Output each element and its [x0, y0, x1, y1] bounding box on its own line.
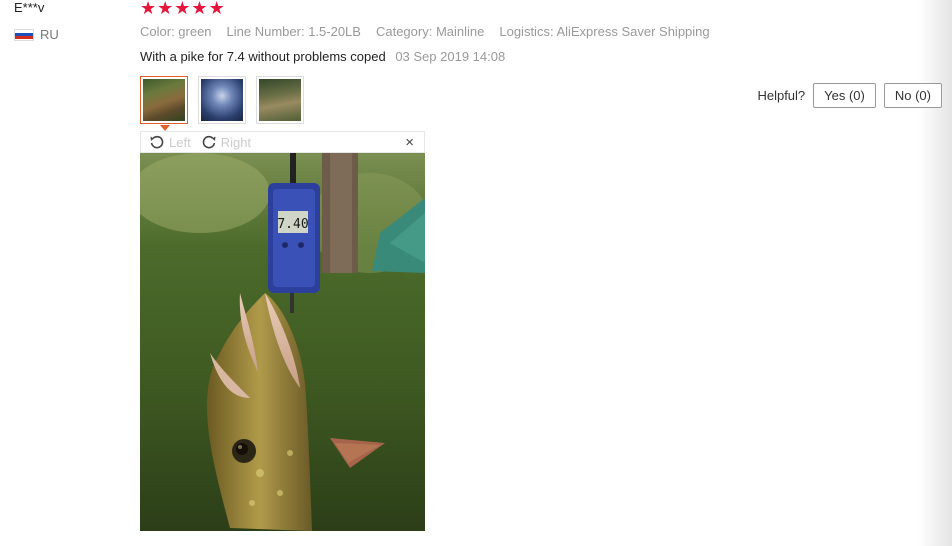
thumbnail-image	[201, 79, 243, 121]
review-photo: 7.40	[140, 153, 425, 531]
flag-icon	[14, 28, 34, 41]
page-edge-shadow	[918, 0, 952, 546]
attr-color: Color: green	[140, 24, 212, 39]
reviewer-name: E***v	[14, 0, 45, 15]
rotate-left-label: Left	[169, 134, 191, 150]
review-thumbnail-3[interactable]	[256, 76, 304, 124]
review-date: 03 Sep 2019 14:08	[395, 49, 506, 64]
reviewer-country: RU	[14, 27, 59, 42]
rotate-right-label: Right	[220, 134, 252, 150]
thumbnail-image	[259, 79, 301, 121]
image-viewer-toolbar: Left Right ×	[140, 131, 425, 153]
star-icon: ★	[157, 0, 174, 18]
attr-logistics: Logistics: AliExpress Saver Shipping	[499, 24, 710, 39]
rotate-right-button[interactable]: Right	[201, 134, 251, 150]
order-attributes: Color: green Line Number: 1.5-20LB Categ…	[140, 24, 710, 39]
rotate-left-button[interactable]: Left	[149, 134, 191, 150]
rotate-left-icon	[150, 135, 164, 149]
star-icon: ★	[140, 0, 157, 18]
helpful-yes-button[interactable]: Yes (0)	[813, 83, 876, 108]
review-feedback: With a pike for 7.4 without problems cop…	[140, 49, 505, 64]
review-thumbnail-2[interactable]	[198, 76, 246, 124]
attr-line-number: Line Number: 1.5-20LB	[226, 24, 361, 39]
review-thumbnail-1[interactable]	[140, 76, 188, 131]
rotate-right-icon	[202, 135, 216, 149]
country-code: RU	[40, 27, 59, 42]
review-thumbnails	[140, 76, 304, 131]
star-icon: ★	[208, 0, 225, 18]
helpful-voting: Helpful? Yes (0) No (0)	[757, 83, 942, 108]
star-icon: ★	[191, 0, 208, 18]
star-icon: ★	[174, 0, 191, 18]
helpful-label: Helpful?	[757, 88, 806, 103]
rating-stars: ★ ★ ★ ★ ★	[140, 0, 225, 17]
attr-category: Category: Mainline	[375, 24, 485, 39]
close-icon[interactable]: ×	[405, 135, 414, 150]
helpful-no-button[interactable]: No (0)	[883, 83, 942, 108]
review-text: With a pike for 7.4 without problems cop…	[140, 49, 386, 64]
thumbnail-image	[143, 79, 185, 121]
image-viewer: Left Right × 7.40	[140, 131, 425, 531]
svg-text:7.40: 7.40	[277, 217, 308, 232]
review-photo-illustration: 7.40	[140, 153, 425, 531]
